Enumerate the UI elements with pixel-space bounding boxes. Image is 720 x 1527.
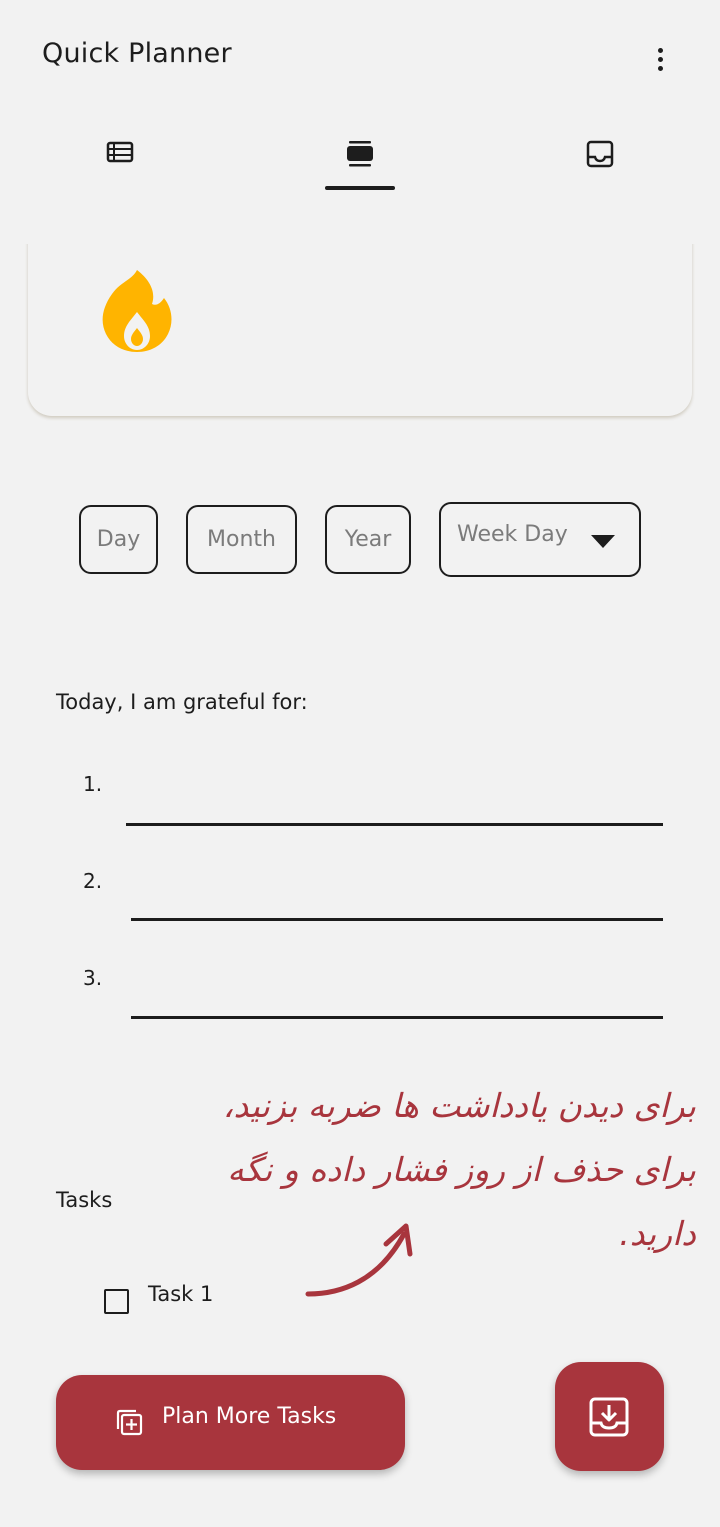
inbox-icon	[586, 140, 614, 168]
tasks-heading: Tasks	[56, 1188, 113, 1212]
tab-inbox-view[interactable]	[540, 120, 660, 192]
more-vert-icon[interactable]	[646, 42, 674, 76]
gratitude-heading: Today, I am grateful for:	[56, 690, 308, 714]
gratitude-input-3[interactable]	[131, 1016, 663, 1019]
save-to-inbox-button[interactable]	[555, 1362, 664, 1471]
tab-list-view[interactable]	[60, 120, 180, 192]
gratitude-number: 2.	[83, 869, 103, 893]
card-view-icon	[347, 141, 373, 167]
dropdown-arrow-icon	[591, 535, 615, 548]
month-field[interactable]: Month	[186, 505, 297, 574]
hint-line-1: برای دیدن یادداشت ها ضربه بزنید،	[222, 1086, 696, 1125]
tab-card-view[interactable]	[300, 120, 420, 192]
list-view-icon	[106, 141, 134, 163]
gratitude-number: 3.	[83, 966, 103, 990]
year-field[interactable]: Year	[325, 505, 411, 574]
view-tabs	[0, 120, 720, 192]
day-field[interactable]: Day	[79, 505, 158, 574]
plan-more-tasks-button[interactable]: Plan More Tasks	[56, 1375, 405, 1470]
hint-arrow-icon	[305, 1223, 413, 1297]
app-title: Quick Planner	[42, 38, 232, 69]
streak-card-scroll-edge	[20, 192, 710, 244]
gratitude-input-1[interactable]	[126, 823, 663, 826]
task-checkbox[interactable]	[104, 1289, 129, 1314]
gratitude-input-2[interactable]	[131, 918, 663, 921]
gratitude-number: 1.	[83, 772, 103, 796]
flame-icon	[102, 270, 172, 352]
task-label: Task 1	[148, 1282, 214, 1306]
add-to-list-icon	[116, 1409, 143, 1436]
tab-indicator	[325, 186, 395, 190]
save-to-inbox-icon	[589, 1397, 629, 1437]
weekday-dropdown[interactable]: Week Day	[439, 502, 641, 577]
weekday-placeholder: Week Day	[457, 522, 568, 547]
plan-more-tasks-label: Plan More Tasks	[162, 1404, 337, 1429]
